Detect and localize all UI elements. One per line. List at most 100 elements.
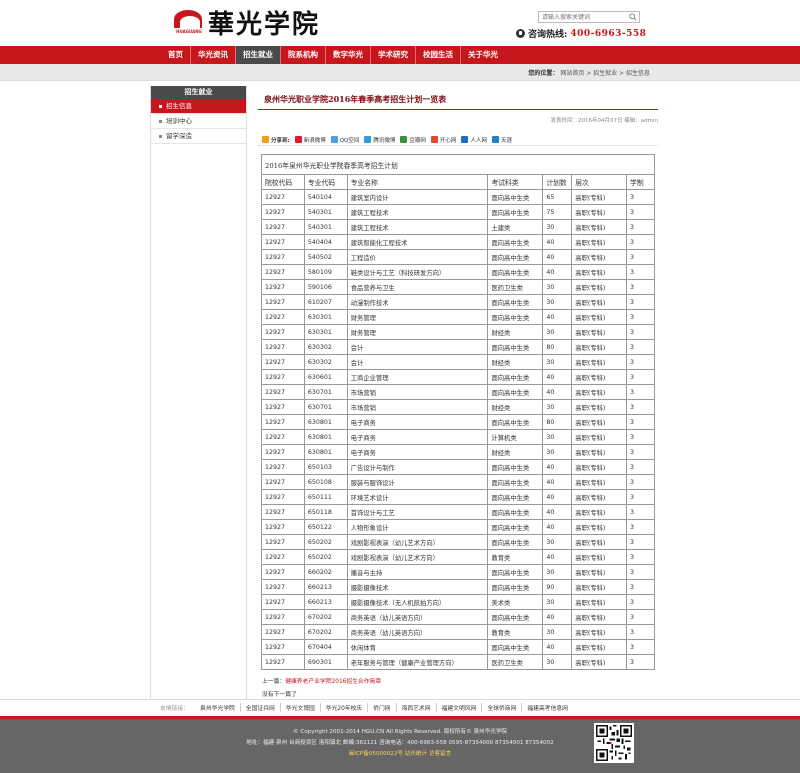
friend-link[interactable]: 泉州华光学院 — [195, 703, 241, 712]
table-row: 12927 580109 鞋类设计与工艺（科技研发方向） 面向高中生类 40 高职(专科)… — [261, 264, 655, 280]
nav-item[interactable]: 首页 — [161, 46, 190, 64]
table-cell: 12927 — [261, 399, 305, 415]
friend-link[interactable]: 福建高考信息网 — [522, 703, 573, 712]
table-cell: 工程造价 — [346, 249, 489, 265]
table-cell: 630302 — [303, 354, 348, 370]
nav-item[interactable]: 招生就业 — [236, 46, 280, 64]
table-row: 12927 650108 服装与服饰设计 面向高中生类 40 高职(专科) 3 — [261, 474, 655, 490]
table-cell: 休闲体育 — [346, 639, 489, 655]
nav-item[interactable]: 关于华光 — [461, 46, 505, 64]
share-item[interactable]: QQ空间 — [330, 136, 359, 144]
table-cell: 30 — [542, 354, 573, 370]
table-cell: 面向高中生类 — [487, 384, 544, 400]
table-cell: 财经类 — [487, 399, 544, 415]
table-row: 12927 650103 广告设计与制作 面向高中生类 40 高职(专科) 3 — [261, 459, 655, 475]
table-cell: 40 — [542, 369, 573, 385]
footer-copyright: © Copyright 2001-2014 HGU.CN All Rights … — [292, 729, 508, 735]
sub-bar: 您的位置： 网站首页 > 招生就业 > 招生信息 — [0, 64, 800, 81]
share-item[interactable]: 开心网 — [430, 136, 457, 144]
table-cell: 面向高中生类 — [487, 459, 544, 475]
table-cell: 计算机类 — [487, 429, 544, 445]
share-item-label: 开心网 — [439, 137, 457, 144]
share-item-label: 天涯 — [500, 137, 512, 144]
table-cell: 财务管理 — [346, 309, 489, 325]
table-cell: 医药卫生类 — [487, 279, 544, 295]
share-item[interactable]: 新浪微博 — [294, 136, 326, 144]
table-cell: 580109 — [303, 264, 348, 280]
friend-link[interactable]: 华光文博园 — [281, 703, 321, 712]
article-meta: 发表时间：2016年04月07日 编辑：admin — [550, 118, 658, 124]
table-cell: 40 — [542, 489, 573, 505]
table-cell: 3 — [626, 399, 655, 415]
table-cell: 电子商务 — [346, 444, 489, 460]
table-cell: 高职(专科) — [571, 369, 628, 385]
table-cell: 12927 — [261, 219, 305, 235]
table-row: 12927 630801 电子商务 面向高中生类 80 高职(专科) 3 — [261, 414, 655, 430]
table-cell: 540502 — [303, 249, 348, 265]
share-item[interactable]: 人人网 — [461, 136, 487, 144]
share-item[interactable]: 腾讯微博 — [364, 136, 395, 144]
table-cell: 高职(专科) — [571, 249, 628, 265]
table-cell: 电子商务 — [346, 429, 489, 445]
sidebar-item[interactable]: 培训中心 — [150, 114, 247, 129]
table-cell: 3 — [626, 204, 655, 220]
share-item[interactable]: 天涯 — [491, 136, 512, 144]
nav-item[interactable]: 院系机构 — [281, 46, 325, 64]
search-icon[interactable] — [629, 13, 637, 21]
table-cell: 40 — [542, 639, 573, 655]
nav-item[interactable]: 数字华光 — [326, 46, 370, 64]
table-cell: 财经类 — [487, 324, 544, 340]
nav-item[interactable]: 校园生活 — [416, 46, 460, 64]
prev-article-link[interactable]: 健康养老产业学院2016招生合作简章 — [285, 679, 381, 685]
table-cell: 高职(专科) — [571, 609, 628, 625]
table-cell: 高职(专科) — [571, 189, 628, 205]
table-cell: 40 — [542, 609, 573, 625]
table-cell: 财务管理 — [346, 324, 489, 340]
table-cell: 12927 — [261, 624, 305, 640]
footer-icp[interactable]: 闽ICP备05000022号 站长统计 访客留言 — [0, 749, 800, 760]
nav-item[interactable]: 华光资讯 — [191, 46, 235, 64]
table-row: 12927 630301 财务管理 面向高中生类 40 高职(专科) 3 — [261, 309, 655, 325]
table-cell: 12927 — [261, 414, 305, 430]
table-cell: 40 — [542, 474, 573, 490]
table-cell: 高职(专科) — [571, 354, 628, 370]
friend-link[interactable]: 福建文明风网 — [437, 703, 483, 712]
friend-link[interactable]: 全球侨商网 — [482, 703, 523, 712]
table-cell: 面向高中生类 — [487, 564, 544, 580]
table-cell: 面向高中生类 — [487, 534, 544, 550]
share-item[interactable]: 豆瓣网 — [400, 136, 426, 144]
table-cell: 面向高中生类 — [487, 369, 544, 385]
friend-link[interactable]: 华光20年校庆 — [321, 703, 369, 712]
search-input[interactable] — [539, 12, 627, 22]
table-cell: 3 — [626, 219, 655, 235]
table-cell: 3 — [626, 279, 655, 295]
table-cell: 30 — [542, 219, 573, 235]
table-cell: 面向高中生类 — [487, 309, 544, 325]
table-cell: 12927 — [261, 519, 305, 535]
table-cell: 540301 — [303, 204, 348, 220]
table-cell: 3 — [626, 444, 655, 460]
breadcrumb-path[interactable]: 网站首页 > 招生就业 > 招生信息 — [560, 70, 650, 77]
sidebar-item[interactable]: 留学深造 — [150, 129, 247, 144]
table-cell: 12927 — [261, 579, 305, 595]
friend-link[interactable]: 全国证兵网 — [241, 703, 281, 712]
table-cell: 3 — [626, 309, 655, 325]
sidebar: 招生就业 招生信息 培训中心 留学深造 — [150, 86, 247, 144]
site-logo[interactable]: HUAGUANG 華光学院 — [174, 6, 320, 40]
table-cell: 40 — [542, 264, 573, 280]
nav-item[interactable]: 学术研究 — [371, 46, 415, 64]
table-cell: 660202 — [303, 564, 348, 580]
table-cell: 高职(专科) — [571, 489, 628, 505]
friend-link[interactable]: 侨门网 — [368, 703, 397, 712]
table-cell: 高职(专科) — [571, 264, 628, 280]
table-cell: 环境艺术设计 — [346, 489, 489, 505]
table-cell: 面向高中生类 — [487, 189, 544, 205]
table-cell: 3 — [626, 504, 655, 520]
table-cell: 12927 — [261, 654, 305, 670]
table-cell: 12927 — [261, 639, 305, 655]
sidebar-item[interactable]: 招生信息 — [150, 99, 247, 114]
table-cell: 3 — [626, 474, 655, 490]
friend-link[interactable]: 海西艺术网 — [397, 703, 437, 712]
table-row: 12927 590106 食品营养与卫生 医药卫生类 30 高职(专科) 3 — [261, 279, 655, 295]
table-cell: 12927 — [261, 384, 305, 400]
